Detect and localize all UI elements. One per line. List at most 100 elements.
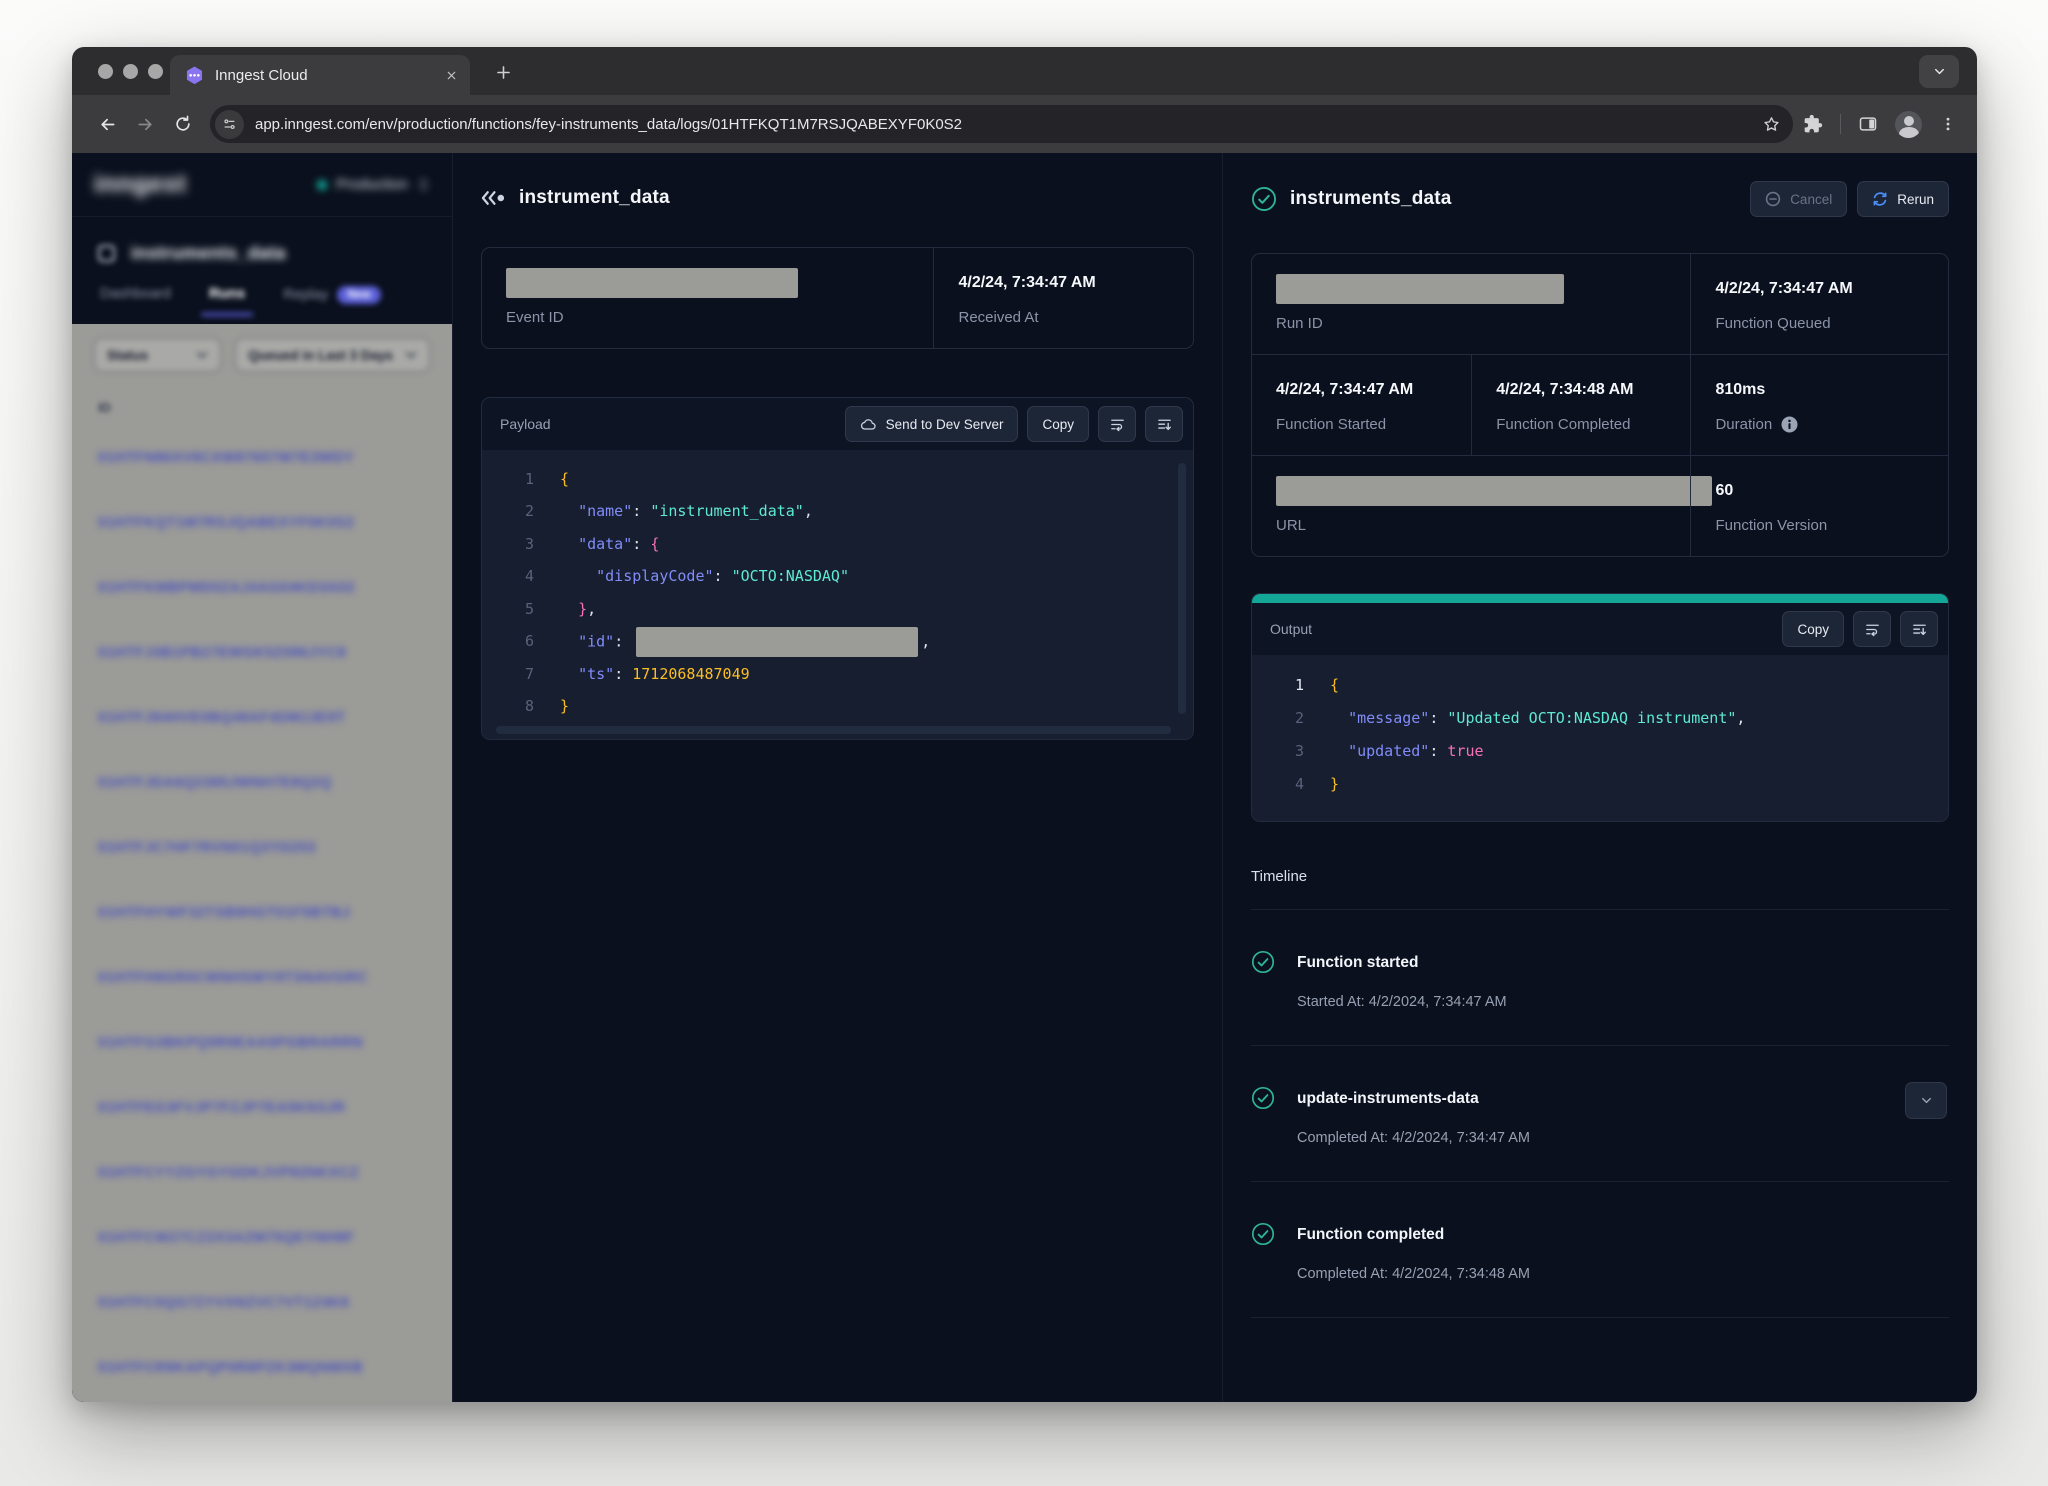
- sidebar-tab-dashboard[interactable]: Dashboard: [100, 286, 171, 316]
- run-panel: instruments_data Cancel Rerun Run ID: [1222, 153, 1977, 1402]
- event-panel-header: instrument_data: [481, 187, 1194, 209]
- timeline-expand-button[interactable]: [1905, 1082, 1947, 1119]
- run-id-list-item[interactable]: 01HTFCR9KAPQP0R8PZK3MQNMXB: [72, 1335, 452, 1400]
- received-at-value: 4/2/24, 7:34:47 AM: [958, 268, 1169, 298]
- status-filter-label: Status: [107, 348, 148, 363]
- run-id-list-item[interactable]: 01HTFJ94HVE0BQ48AF4DM13E9T: [72, 685, 452, 750]
- run-id-list-item[interactable]: 01HTFKMBPMD0ZAJ4AG04KD3A02: [72, 555, 452, 620]
- back-button[interactable]: [88, 105, 126, 143]
- duration-value: 810ms: [1715, 375, 1924, 405]
- timeline-item-subtitle: Started At: 4/2/2024, 7:34:47 AM: [1297, 994, 1949, 1010]
- wrap-text-icon-button[interactable]: [1853, 611, 1891, 647]
- status-filter[interactable]: Status: [94, 338, 221, 372]
- browser-tab[interactable]: Inngest Cloud: [170, 55, 470, 95]
- sidebar-tab-runs[interactable]: Runs: [209, 286, 245, 316]
- timeline-item-subtitle: Completed At: 4/2/2024, 7:34:48 AM: [1297, 1266, 1949, 1282]
- payload-horizontal-scrollbar[interactable]: [496, 726, 1171, 734]
- time-range-filter-label: Queued in Last 3 Days: [248, 348, 393, 363]
- code-line: 4 "displayCode": "OCTO:NASDAQ": [482, 561, 1193, 594]
- duration-cell: 810ms Duration: [1690, 354, 1948, 455]
- run-id-list-item[interactable]: 01HTFHYWF32TSB9HGT01F5BTBJ: [72, 880, 452, 945]
- payload-actions: Send to Dev Server Copy: [845, 406, 1183, 442]
- event-card: Event ID 4/2/24, 7:34:47 AM Received At: [481, 247, 1194, 349]
- function-started-value: 4/2/24, 7:34:47 AM: [1276, 375, 1447, 405]
- site-info-icon[interactable]: [215, 110, 244, 139]
- inngest-logo: inngest: [94, 170, 186, 199]
- run-id-list-item[interactable]: 01HTFN86XV8CXW87657W7E3WDY: [72, 425, 452, 490]
- run-id-list-item[interactable]: 01HTFCW27CZ2X3AZM75QEYNH8F: [72, 1205, 452, 1270]
- run-id-list-item[interactable]: 01HTFJDA6Q2385JWNH7E8Q2Q: [72, 750, 452, 815]
- bookmark-star-icon[interactable]: [1762, 115, 1781, 134]
- timeline-item-subtitle: Completed At: 4/2/2024, 7:34:47 AM: [1297, 1130, 1949, 1146]
- event-icon: [481, 190, 506, 206]
- run-id-list-item[interactable]: 01HTFG3BKPQ5R9EAA5PGBRARRN: [72, 1010, 452, 1075]
- new-tab-button[interactable]: [486, 55, 520, 89]
- output-copy-button[interactable]: Copy: [1782, 611, 1844, 647]
- selector-chevrons-icon: [417, 177, 430, 192]
- sidebar: inngest Production instruments_data Dash…: [72, 153, 452, 1402]
- function-completed-value: 4/2/24, 7:34:48 AM: [1496, 375, 1666, 405]
- close-window-button[interactable]: [98, 64, 113, 79]
- function-icon: [98, 245, 115, 262]
- payload-card: Payload Send to Dev Server Copy: [481, 397, 1194, 740]
- run-id-list-item[interactable]: 01HTFC5QG7ZYVXNZVC7VT1Z4K6: [72, 1270, 452, 1335]
- chevron-down-icon: [405, 351, 417, 360]
- received-at-cell: 4/2/24, 7:34:47 AM Received At: [933, 248, 1193, 348]
- run-id-cell: Run ID: [1252, 254, 1690, 354]
- environment-label: Production: [336, 176, 408, 193]
- id-column-header: ID: [72, 372, 452, 425]
- address-bar[interactable]: app.inngest.com/env/production/functions…: [210, 105, 1793, 143]
- new-badge: New: [337, 286, 381, 304]
- expand-lines-icon: [1156, 416, 1173, 433]
- rerun-button[interactable]: Rerun: [1857, 181, 1949, 217]
- code-line: 6 "id": ,: [482, 626, 1193, 659]
- browser-window: Inngest Cloud app.inngest.com/env/produc…: [72, 47, 1977, 1402]
- cancel-label: Cancel: [1790, 192, 1832, 207]
- run-panel-header: instruments_data Cancel Rerun: [1251, 181, 1949, 217]
- time-range-filter[interactable]: Queued in Last 3 Days: [235, 338, 430, 372]
- run-id-list-item[interactable]: 01HTFH9GR0CWNHSWY8TSNAVGRC: [72, 945, 452, 1010]
- copy-label: Copy: [1797, 622, 1829, 637]
- extensions-icon[interactable]: [1803, 114, 1823, 134]
- output-header: Output Copy: [1252, 603, 1948, 655]
- reload-button[interactable]: [164, 105, 202, 143]
- tab-close-icon[interactable]: [445, 69, 458, 82]
- sidebar-tab-label: Replay: [283, 287, 328, 303]
- minimize-window-button[interactable]: [123, 64, 138, 79]
- url-text[interactable]: app.inngest.com/env/production/functions…: [255, 116, 1762, 133]
- tab-list-chevron-button[interactable]: [1919, 55, 1959, 88]
- environment-selector[interactable]: Production: [317, 176, 430, 193]
- timeline-header: Timeline: [1251, 868, 1949, 910]
- run-details-card: Run ID 4/2/24, 7:34:47 AM Function Queue…: [1251, 253, 1949, 557]
- function-version-label: Function Version: [1715, 517, 1924, 534]
- payload-copy-button[interactable]: Copy: [1027, 406, 1089, 442]
- expand-lines-icon-button[interactable]: [1145, 406, 1183, 442]
- info-icon[interactable]: [1781, 416, 1798, 433]
- run-id-list-item[interactable]: 01HTFEG3FVJP7FZJP7EA5KN3JR: [72, 1075, 452, 1140]
- chevron-down-icon: [196, 351, 208, 360]
- run-id-list-item[interactable]: 01HTFJ3B1PB27EWGK5Z086JYC8: [72, 620, 452, 685]
- expand-lines-icon-button[interactable]: [1900, 611, 1938, 647]
- payload-label: Payload: [500, 416, 551, 432]
- event-panel: instrument_data Event ID 4/2/24, 7:34:47…: [452, 153, 1222, 1402]
- output-card: Output Copy 1{2 "message": "Updated OC: [1251, 593, 1949, 822]
- run-id-list-item[interactable]: 01HTFKQT1M7RSJQABEXYF0K0S2: [72, 490, 452, 555]
- profile-avatar[interactable]: [1895, 111, 1922, 138]
- menu-kebab-icon[interactable]: [1939, 115, 1957, 133]
- sidebar-tab-replay[interactable]: Replay New: [283, 286, 381, 318]
- run-title: instruments_data: [1290, 188, 1452, 210]
- wrap-text-icon-button[interactable]: [1098, 406, 1136, 442]
- zoom-window-button[interactable]: [148, 64, 163, 79]
- send-to-dev-server-button[interactable]: Send to Dev Server: [845, 406, 1019, 442]
- run-id-list-item[interactable]: 01HTFJC7HF7RVN01Q3YD253: [72, 815, 452, 880]
- code-redacted-value: [636, 627, 918, 657]
- window-controls[interactable]: [98, 64, 163, 79]
- send-to-dev-server-label: Send to Dev Server: [886, 417, 1004, 432]
- run-id-list: 01HTFN86XV8CXW87657W7E3WDY01HTFKQT1M7RSJ…: [72, 425, 452, 1400]
- function-name: instruments_data: [131, 243, 286, 264]
- run-id-list-item[interactable]: 01HTFCYYZGYGYGDKJVP82NKXCZ: [72, 1140, 452, 1205]
- cancel-button[interactable]: Cancel: [1750, 181, 1847, 217]
- side-panel-icon[interactable]: [1858, 114, 1878, 134]
- payload-vertical-scrollbar[interactable]: [1178, 463, 1186, 714]
- forward-button[interactable]: [126, 105, 164, 143]
